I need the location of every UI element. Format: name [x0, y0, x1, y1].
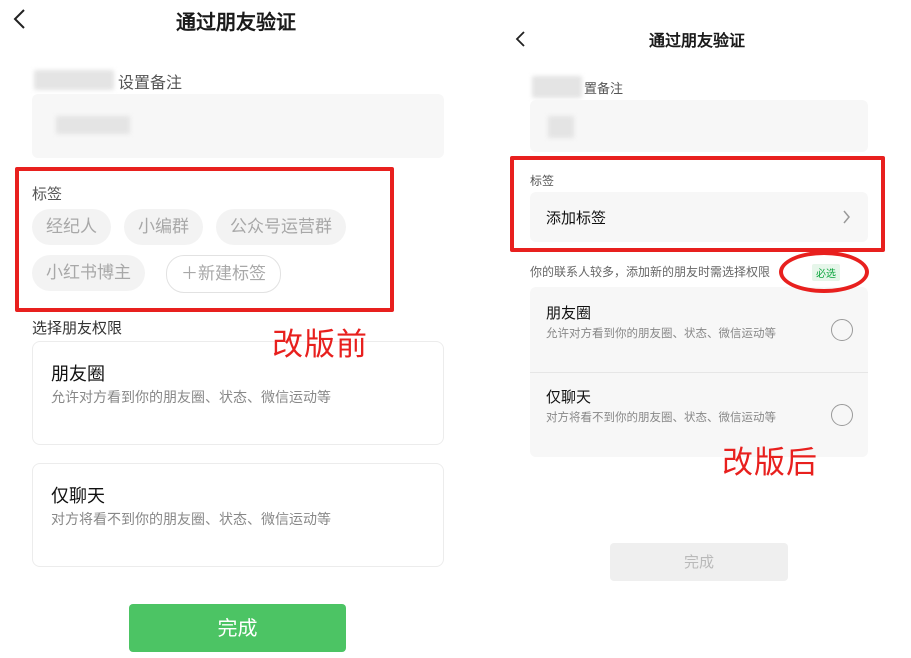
highlight-ellipse: [779, 251, 869, 293]
blurred-name: [34, 70, 114, 90]
annotation-after: 改版后: [722, 445, 818, 481]
permission-option-moments[interactable]: 朋友圈 允许对方看到你的朋友圈、状态、微信运动等: [32, 341, 444, 445]
back-button[interactable]: [514, 28, 526, 52]
highlight-box: [15, 167, 394, 312]
option-title: 朋友圈: [51, 364, 105, 385]
radio-button[interactable]: [831, 404, 853, 426]
permission-label: 选择朋友权限: [32, 319, 123, 337]
option-title: 仅聊天: [546, 388, 592, 406]
option-desc: 对方将看不到你的朋友圈、状态、微信运动等: [546, 410, 776, 424]
annotation-before: 改版前: [272, 327, 368, 363]
blurred-remark: [56, 116, 130, 134]
page-title: 通过朋友验证: [649, 31, 746, 50]
remark-label: 置备注: [584, 82, 624, 97]
done-button[interactable]: 完成: [129, 604, 346, 652]
remark-input[interactable]: [32, 94, 444, 158]
option-desc: 对方将看不到你的朋友圈、状态、微信运动等: [51, 512, 331, 528]
permission-list: 朋友圈 允许对方看到你的朋友圈、状态、微信运动等 仅聊天 对方将看不到你的朋友圈…: [530, 287, 868, 457]
permission-option-moments[interactable]: 朋友圈 允许对方看到你的朋友圈、状态、微信运动等: [530, 287, 868, 372]
option-title: 朋友圈: [546, 304, 592, 322]
option-title: 仅聊天: [51, 486, 105, 507]
remark-input[interactable]: [530, 100, 868, 152]
option-desc: 允许对方看到你的朋友圈、状态、微信运动等: [51, 390, 331, 406]
done-button[interactable]: 完成: [610, 543, 788, 581]
blurred-remark: [548, 116, 574, 138]
chevron-left-icon: [13, 9, 25, 29]
chevron-left-icon: [515, 31, 525, 47]
radio-button[interactable]: [831, 319, 853, 341]
page-title: 通过朋友验证: [176, 10, 296, 34]
option-desc: 允许对方看到你的朋友圈、状态、微信运动等: [546, 326, 776, 340]
blurred-name: [532, 76, 582, 98]
highlight-box: [510, 156, 885, 252]
permission-hint: 你的联系人较多，添加新的朋友时需选择权限: [530, 265, 771, 279]
remark-label: 设置备注: [118, 73, 183, 92]
back-button[interactable]: [12, 8, 26, 34]
permission-option-chat-only[interactable]: 仅聊天 对方将看不到你的朋友圈、状态、微信运动等: [32, 463, 444, 567]
